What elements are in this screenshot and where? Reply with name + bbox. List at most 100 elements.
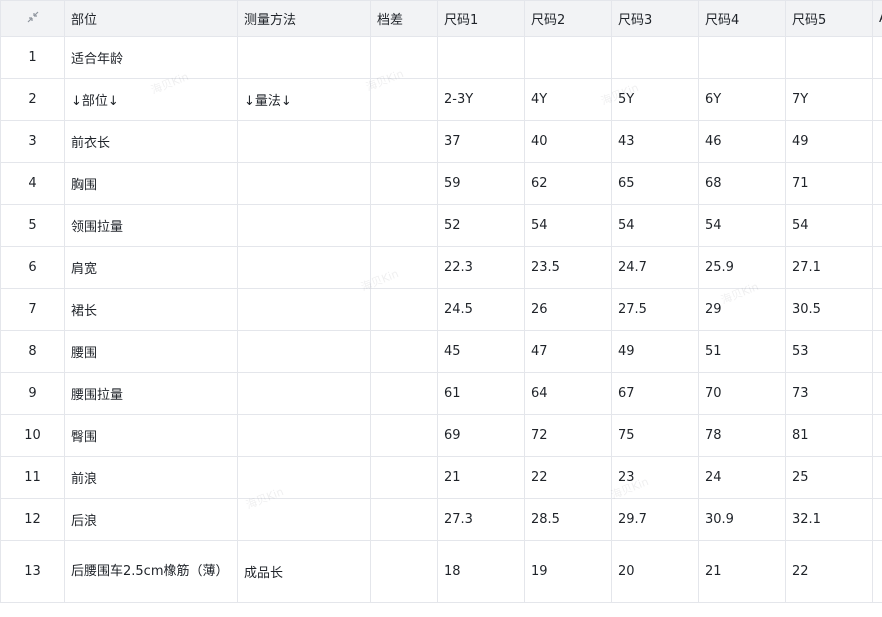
row-number[interactable]: 9 <box>0 372 65 415</box>
table-cell[interactable]: 前衣长 <box>64 120 238 163</box>
table-cell[interactable]: 7Y <box>785 78 873 121</box>
table-cell[interactable] <box>872 162 882 205</box>
table-cell[interactable]: 肩宽 <box>64 246 238 289</box>
table-cell[interactable]: 27.3 <box>437 498 525 541</box>
table-cell[interactable] <box>872 246 882 289</box>
table-cell[interactable] <box>698 36 786 79</box>
table-cell[interactable]: 腰围拉量 <box>64 372 238 415</box>
column-header[interactable]: 尺码2 <box>524 0 612 37</box>
table-cell[interactable]: 臀围 <box>64 414 238 457</box>
table-cell[interactable] <box>237 498 371 541</box>
table-cell[interactable] <box>237 456 371 499</box>
row-number[interactable]: 12 <box>0 498 65 541</box>
table-cell[interactable] <box>785 36 873 79</box>
table-cell[interactable]: 30.5 <box>785 288 873 331</box>
table-cell[interactable]: 54 <box>698 204 786 247</box>
table-cell[interactable]: 胸围 <box>64 162 238 205</box>
table-cell[interactable]: 32.1 <box>785 498 873 541</box>
table-cell[interactable]: 21 <box>437 456 525 499</box>
row-number[interactable]: 10 <box>0 414 65 457</box>
table-cell[interactable]: 65 <box>611 162 699 205</box>
table-cell[interactable]: 适合年龄 <box>64 36 238 79</box>
table-cell[interactable]: 6Y <box>698 78 786 121</box>
table-cell[interactable]: 75 <box>611 414 699 457</box>
table-cell[interactable]: 54 <box>611 204 699 247</box>
table-cell[interactable]: 27.1 <box>785 246 873 289</box>
table-cell[interactable] <box>611 36 699 79</box>
table-cell[interactable]: 30.9 <box>698 498 786 541</box>
table-cell[interactable] <box>524 36 612 79</box>
table-cell[interactable] <box>370 36 438 79</box>
row-number[interactable]: 2 <box>0 78 65 121</box>
table-cell[interactable]: ↓量法↓ <box>237 78 371 121</box>
table-cell[interactable]: 25 <box>785 456 873 499</box>
table-cell[interactable]: 腰围 <box>64 330 238 373</box>
table-cell[interactable]: 46 <box>698 120 786 163</box>
table-cell[interactable] <box>370 456 438 499</box>
table-cell[interactable] <box>237 36 371 79</box>
table-cell[interactable]: 53 <box>785 330 873 373</box>
table-cell[interactable]: 62 <box>524 162 612 205</box>
table-cell[interactable]: 24.7 <box>611 246 699 289</box>
table-cell[interactable] <box>872 36 882 79</box>
table-cell[interactable] <box>370 78 438 121</box>
table-cell[interactable]: 61 <box>437 372 525 415</box>
table-cell[interactable] <box>237 288 371 331</box>
row-number[interactable]: 11 <box>0 456 65 499</box>
table-cell[interactable] <box>370 330 438 373</box>
table-cell[interactable]: 73 <box>785 372 873 415</box>
row-number[interactable]: 3 <box>0 120 65 163</box>
table-cell[interactable]: 29.7 <box>611 498 699 541</box>
table-cell[interactable] <box>872 498 882 541</box>
table-cell[interactable]: 23.5 <box>524 246 612 289</box>
table-cell[interactable]: 后浪 <box>64 498 238 541</box>
table-cell[interactable] <box>370 162 438 205</box>
table-cell[interactable]: 23 <box>611 456 699 499</box>
table-cell[interactable]: 24.5 <box>437 288 525 331</box>
table-cell[interactable]: 49 <box>785 120 873 163</box>
table-cell[interactable] <box>237 204 371 247</box>
table-cell[interactable] <box>437 36 525 79</box>
table-cell[interactable]: 21 <box>698 540 786 603</box>
table-cell[interactable] <box>370 498 438 541</box>
table-cell[interactable] <box>872 540 882 603</box>
table-cell[interactable] <box>872 204 882 247</box>
table-cell[interactable]: 47 <box>524 330 612 373</box>
table-cell[interactable]: 裙长 <box>64 288 238 331</box>
table-cell[interactable]: 24 <box>698 456 786 499</box>
table-cell[interactable] <box>370 288 438 331</box>
row-number[interactable]: 5 <box>0 204 65 247</box>
table-cell[interactable]: 19 <box>524 540 612 603</box>
row-number[interactable]: 8 <box>0 330 65 373</box>
table-cell[interactable] <box>872 456 882 499</box>
table-cell[interactable]: 22.3 <box>437 246 525 289</box>
table-cell[interactable]: 43 <box>611 120 699 163</box>
table-cell[interactable] <box>872 78 882 121</box>
table-cell[interactable]: 领围拉量 <box>64 204 238 247</box>
table-cell[interactable]: 前浪 <box>64 456 238 499</box>
table-cell[interactable] <box>370 372 438 415</box>
column-header[interactable]: A <box>872 0 882 37</box>
row-number[interactable]: 7 <box>0 288 65 331</box>
table-cell[interactable]: 22 <box>524 456 612 499</box>
table-cell[interactable]: 59 <box>437 162 525 205</box>
table-cell[interactable] <box>872 330 882 373</box>
table-cell[interactable]: 2-3Y <box>437 78 525 121</box>
table-cell[interactable]: 20 <box>611 540 699 603</box>
table-cell[interactable]: 70 <box>698 372 786 415</box>
table-cell[interactable]: 22 <box>785 540 873 603</box>
table-cell[interactable] <box>872 288 882 331</box>
table-cell[interactable]: 67 <box>611 372 699 415</box>
table-cell[interactable]: 25.9 <box>698 246 786 289</box>
table-cell[interactable]: 37 <box>437 120 525 163</box>
table-cell[interactable] <box>370 246 438 289</box>
table-cell[interactable]: 4Y <box>524 78 612 121</box>
table-cell[interactable] <box>237 372 371 415</box>
table-cell[interactable]: 51 <box>698 330 786 373</box>
table-cell[interactable] <box>370 414 438 457</box>
table-cell[interactable]: 29 <box>698 288 786 331</box>
table-cell[interactable]: 72 <box>524 414 612 457</box>
column-header[interactable]: 尺码5 <box>785 0 873 37</box>
table-cell[interactable]: 81 <box>785 414 873 457</box>
row-number[interactable]: 6 <box>0 246 65 289</box>
